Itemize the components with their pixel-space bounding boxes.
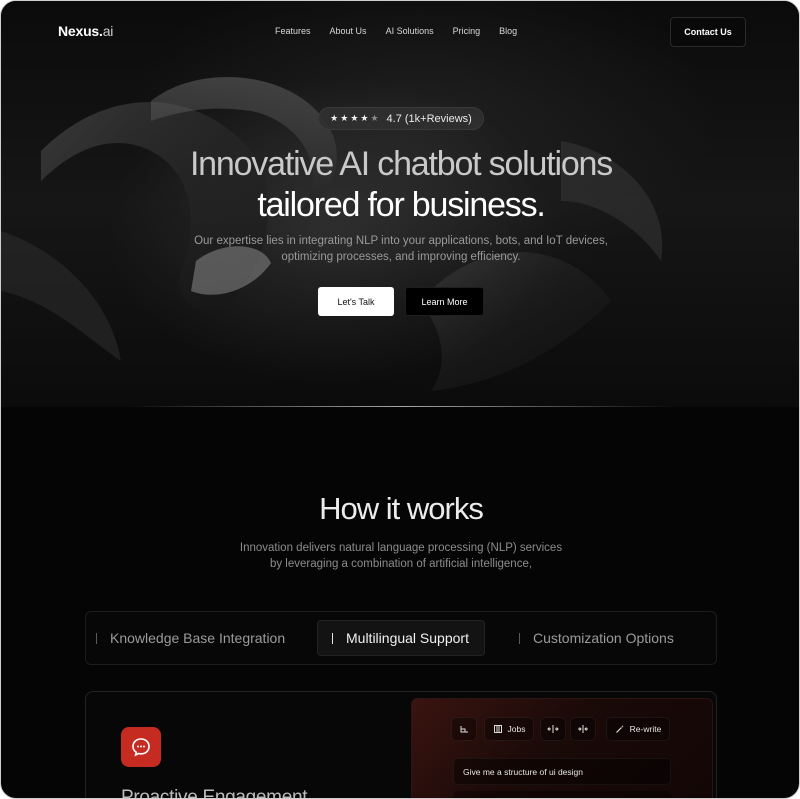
compress-tool[interactable] bbox=[570, 717, 596, 741]
main-nav: Features About Us AI Solutions Pricing B… bbox=[275, 26, 517, 36]
tab-label: Multilingual Support bbox=[346, 630, 469, 646]
compress-horizontal-icon bbox=[578, 725, 588, 733]
text-format-tool[interactable] bbox=[451, 717, 477, 741]
learn-more-button[interactable]: Learn More bbox=[405, 287, 484, 316]
tab-marker bbox=[96, 632, 97, 644]
chat-bubble-icon bbox=[121, 727, 161, 767]
logo[interactable]: Nexus.ai bbox=[58, 23, 113, 39]
hero-subtext: Our expertise lies in integrating NLP in… bbox=[181, 233, 621, 265]
building-icon bbox=[493, 725, 502, 733]
section-subtitle-line-2: by leveraging a combination of artificia… bbox=[269, 558, 533, 570]
tab-knowledge-base-integration[interactable]: Knowledge Base Integration bbox=[96, 620, 285, 656]
contact-us-button[interactable]: Contact Us bbox=[670, 17, 746, 47]
nav-features[interactable]: Features bbox=[275, 26, 311, 36]
expand-tool[interactable] bbox=[540, 717, 566, 741]
jobs-tool[interactable]: Jobs bbox=[484, 717, 534, 741]
nav-blog[interactable]: Blog bbox=[499, 26, 517, 36]
hero-section: Nexus.ai Features About Us AI Solutions … bbox=[1, 1, 799, 407]
star-icon: ★ bbox=[350, 113, 359, 123]
logo-suffix: ai bbox=[102, 23, 114, 39]
rating-badge: ★ ★ ★ ★ ★ 4.7 (1k+Reviews) bbox=[318, 107, 484, 130]
section-subtitle: Innovation delivers natural language pro… bbox=[201, 540, 601, 572]
rating-text: 4.7 (1k+Reviews) bbox=[386, 112, 472, 125]
star-icon: ★ bbox=[360, 113, 369, 123]
prompt-message[interactable]: Give me a structure of ui design bbox=[453, 758, 671, 785]
star-icon: ★ bbox=[330, 113, 339, 123]
section-title: How it works bbox=[319, 491, 484, 526]
hero-divider bbox=[131, 406, 671, 407]
star-icon: ★ bbox=[340, 113, 349, 123]
section-subtitle-line-1: Innovation delivers natural language pro… bbox=[239, 542, 563, 554]
tab-customization-options[interactable]: Customization Options bbox=[519, 620, 674, 656]
lets-talk-button[interactable]: Let's Talk bbox=[318, 287, 394, 316]
rewrite-label: Re-write bbox=[629, 724, 662, 734]
prompt-message-secondary[interactable] bbox=[453, 791, 671, 798]
rewrite-button[interactable]: Re-write bbox=[606, 717, 670, 741]
logo-main: Nexus. bbox=[58, 23, 103, 39]
hero-headline: Innovative AI chatbot solutions tailored… bbox=[101, 144, 701, 226]
feature-tabs: Knowledge Base Integration Multilingual … bbox=[85, 611, 717, 665]
headline-line-2: tailored for business. bbox=[257, 186, 546, 224]
nav-about-us[interactable]: About Us bbox=[330, 26, 367, 36]
expand-horizontal-icon bbox=[547, 725, 559, 733]
nav-ai-solutions[interactable]: AI Solutions bbox=[386, 26, 434, 36]
rating-stars: ★ ★ ★ ★ ★ bbox=[330, 113, 378, 124]
tab-multilingual-support[interactable]: Multilingual Support bbox=[317, 620, 485, 656]
headline-line-1: Innovative AI chatbot solutions bbox=[189, 145, 613, 183]
tab-marker bbox=[332, 632, 333, 644]
tab-label: Customization Options bbox=[533, 630, 674, 646]
subtext-line-1: Our expertise lies in integrating NLP in… bbox=[194, 235, 608, 247]
tab-label: Knowledge Base Integration bbox=[110, 630, 286, 646]
tab-marker bbox=[519, 632, 520, 644]
jobs-label: Jobs bbox=[507, 724, 526, 734]
page-frame: Nexus.ai Features About Us AI Solutions … bbox=[0, 0, 800, 799]
magic-wand-icon bbox=[615, 725, 624, 733]
stamp-icon bbox=[460, 725, 468, 732]
star-half-icon: ★ bbox=[370, 113, 379, 123]
card-title: Proactive Engagement bbox=[121, 787, 308, 799]
subtext-line-2: optimizing processes, and improving effi… bbox=[281, 251, 521, 263]
nav-pricing[interactable]: Pricing bbox=[453, 26, 481, 36]
